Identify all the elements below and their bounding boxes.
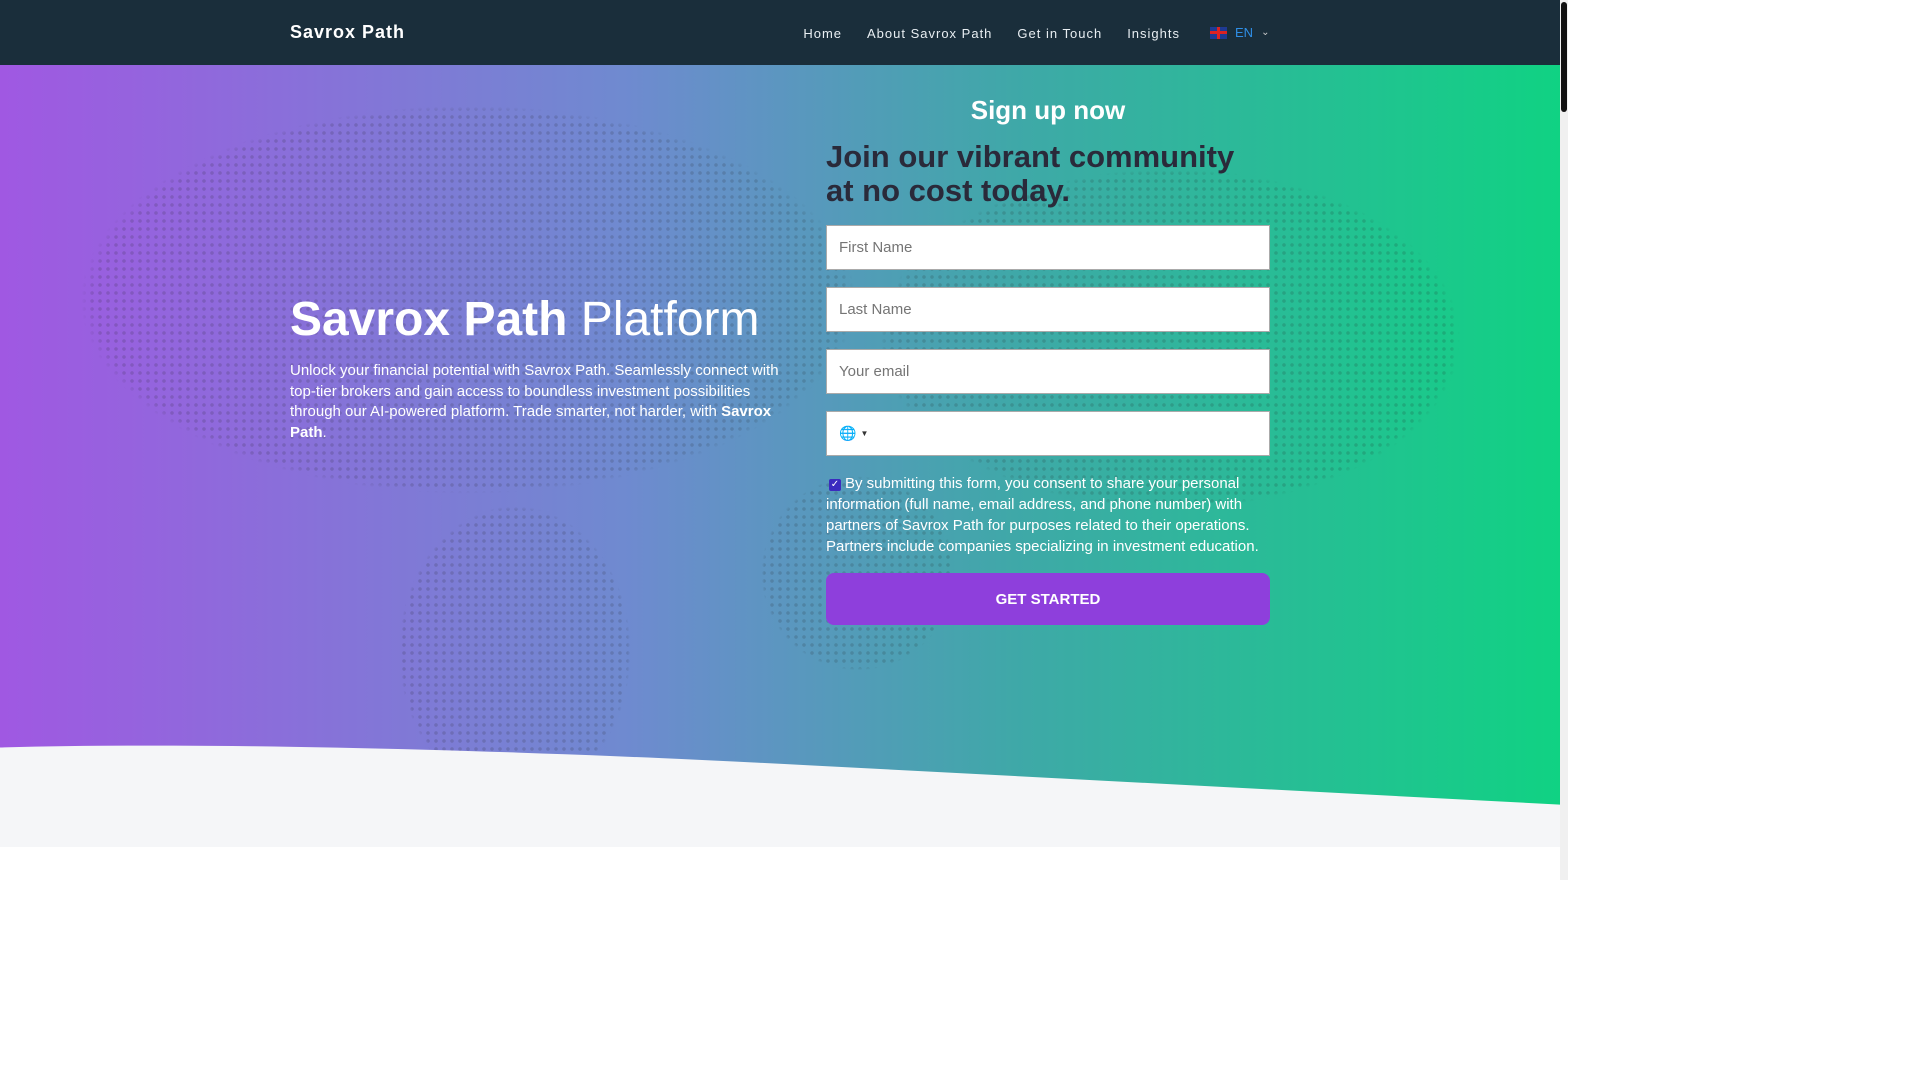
consent-row: ✓ By submitting this form, you consent to… bbox=[826, 473, 1270, 557]
caret-down-icon: ▼ bbox=[860, 429, 869, 438]
globe-icon[interactable]: 🌐 bbox=[839, 425, 856, 442]
scrollbar-thumb[interactable] bbox=[1561, 2, 1567, 112]
chevron-down-icon: ⌄ bbox=[1261, 27, 1270, 38]
first-name-input[interactable] bbox=[826, 225, 1270, 270]
get-started-button[interactable]: GET STARTED bbox=[826, 573, 1270, 625]
signup-subheading: Join our vibrant community at no cost to… bbox=[826, 139, 1235, 208]
phone-input[interactable]: 🌐 ▼ bbox=[826, 411, 1270, 456]
uk-flag-icon bbox=[1210, 26, 1227, 39]
nav-insights[interactable]: Insights bbox=[1127, 26, 1180, 41]
signup-heading: Sign up now bbox=[970, 95, 1126, 125]
top-navbar: Savrox Path Home About Savrox Path Get i… bbox=[0, 0, 1560, 65]
world-map-background bbox=[0, 65, 1560, 847]
language-selector[interactable]: EN ⌄ bbox=[1210, 25, 1269, 40]
email-input[interactable] bbox=[826, 349, 1270, 394]
nav-links: Home About Savrox Path Get in Touch Insi… bbox=[803, 26, 1180, 41]
hero-section bbox=[0, 65, 1560, 847]
nav-home[interactable]: Home bbox=[803, 26, 842, 41]
brand-logo[interactable]: Savrox Path bbox=[290, 22, 405, 43]
language-label: EN bbox=[1235, 25, 1254, 40]
consent-text: By submitting this form, you consent to … bbox=[826, 475, 1259, 555]
nav-contact[interactable]: Get in Touch bbox=[1017, 26, 1102, 41]
last-name-input[interactable] bbox=[826, 287, 1270, 332]
hero-title: Savrox Path Platform bbox=[290, 293, 760, 346]
scrollbar[interactable] bbox=[1560, 0, 1568, 880]
nav-about[interactable]: About Savrox Path bbox=[867, 26, 992, 41]
hero-description: Unlock your financial potential with Sav… bbox=[290, 362, 779, 441]
consent-checkbox[interactable]: ✓ bbox=[829, 479, 841, 491]
signup-form: Sign up now Join our vibrant community a… bbox=[826, 95, 1270, 625]
